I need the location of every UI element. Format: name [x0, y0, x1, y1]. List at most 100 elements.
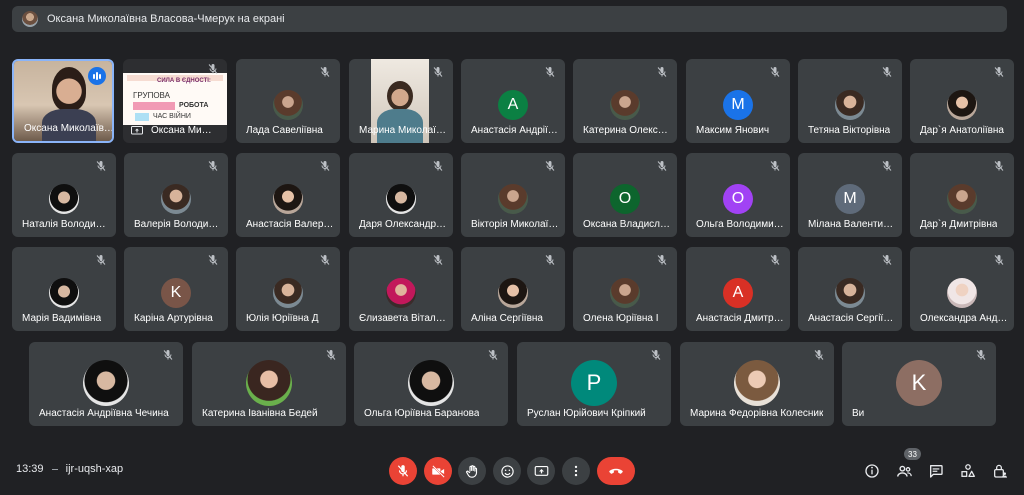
meeting-details-button[interactable]	[861, 460, 883, 482]
participant-tile-presentation[interactable]: СИЛА В ЄДНОСТІ: ГРУПОВА РОБОТА ЧАС ВІЙНИ…	[123, 59, 227, 143]
participant-tile[interactable]: Вікторія Миколаївна	[461, 153, 565, 237]
mic-off-icon	[770, 255, 780, 265]
mic-toggle-button[interactable]	[389, 457, 417, 485]
avatar	[947, 184, 977, 214]
participant-tile[interactable]: Аліна Сергіївна	[461, 247, 565, 331]
avatar-initial: K	[161, 278, 191, 308]
participant-name: Марія Вадимівна	[22, 313, 102, 324]
participant-tile[interactable]: O Оксана Владиславівна	[573, 153, 677, 237]
participant-tile-video[interactable]: Марина Миколаївна	[349, 59, 453, 143]
present-now-button[interactable]	[527, 457, 555, 485]
meet-window: Оксана Миколаївна Власова-Чмерук на екра…	[0, 0, 1024, 495]
participant-tile[interactable]: Лада Савеліївна	[236, 59, 340, 143]
raise-hand-button[interactable]	[458, 457, 486, 485]
participant-tile[interactable]: Даря Олександрівна	[349, 153, 453, 237]
participant-name: Ольга Володимирівна	[696, 219, 784, 230]
presenter-avatar	[22, 11, 38, 27]
mic-off-icon	[545, 161, 555, 171]
avatar	[386, 278, 416, 308]
participant-tile[interactable]: M Максим Янович	[686, 59, 790, 143]
camera-toggle-button[interactable]	[424, 457, 452, 485]
participant-tile[interactable]: Валерія Володимирівна	[124, 153, 228, 237]
mic-off-icon	[397, 465, 409, 477]
leave-call-button[interactable]	[597, 457, 635, 485]
participant-tile[interactable]: Єлизавета Віталіївна	[349, 247, 453, 331]
avatar	[273, 184, 303, 214]
camera-off-icon	[431, 464, 445, 478]
activities-icon	[961, 464, 975, 477]
host-controls-button[interactable]	[989, 460, 1011, 482]
participant-name: Марина Федорівна Колесник	[690, 408, 824, 419]
participant-name: Аліна Сергіївна	[471, 313, 543, 324]
participant-tile-self[interactable]: K Ви	[842, 342, 996, 426]
avatar	[161, 184, 191, 214]
participant-tile[interactable]: Анастасія Валеріївна	[236, 153, 340, 237]
avatar-initial: K	[896, 360, 942, 406]
mic-off-icon	[882, 67, 892, 77]
mic-off-icon	[96, 255, 106, 265]
presenting-banner[interactable]: Оксана Миколаївна Власова-Чмерук на екра…	[12, 6, 1007, 32]
mic-off-icon	[814, 350, 824, 360]
avatar-initial: P	[571, 360, 617, 406]
avatar	[246, 360, 292, 406]
mic-off-icon	[770, 161, 780, 171]
participant-name: Оксана Владиславівна	[583, 219, 671, 230]
info-icon	[865, 464, 879, 478]
participant-tile[interactable]: Дар`я Анатоліївна	[910, 59, 1014, 143]
participant-name: Оксана Миколаївна Власова-Чмерук	[24, 123, 114, 134]
participant-name: Олена Юріївна І	[583, 313, 659, 324]
participant-tile[interactable]: Анастасія Андріївна Чечина	[29, 342, 183, 426]
avatar	[947, 90, 977, 120]
mic-off-icon	[208, 161, 218, 171]
participant-tile[interactable]: P Руслан Юрійович Кріпкий	[517, 342, 671, 426]
participant-name: Мілана Валентинівна	[808, 219, 896, 230]
more-options-button[interactable]	[562, 457, 590, 485]
avatar	[947, 278, 977, 308]
participant-name: Ольга Юріївна Баранова	[364, 408, 480, 419]
participant-tile[interactable]: Анастасія Сергіївна	[798, 247, 902, 331]
avatar	[83, 360, 129, 406]
participant-name: Оксана Миколаївна Власова-Чмерук	[151, 125, 213, 136]
participant-tile[interactable]: O Ольга Володимирівна	[686, 153, 790, 237]
participant-name: Олександра Андріївна	[920, 313, 1008, 324]
mic-off-icon	[208, 255, 218, 265]
participant-tile[interactable]: Юлія Юріївна Д	[236, 247, 340, 331]
participant-tile[interactable]: Дар`я Дмитрівна	[910, 153, 1014, 237]
people-button[interactable]	[893, 460, 915, 482]
participant-tile[interactable]: M Мілана Валентинівна	[798, 153, 902, 237]
participant-tile[interactable]: Марина Федорівна Колесник	[680, 342, 834, 426]
participant-tile[interactable]: A Анастасія Андріївна	[461, 59, 565, 143]
participant-tile[interactable]: Наталія Володимирівна	[12, 153, 116, 237]
participant-tile-self-video[interactable]: Оксана Миколаївна Власова-Чмерук	[12, 59, 114, 143]
participant-tile[interactable]: A Анастасія Дмитрівна	[686, 247, 790, 331]
meeting-code: ijr-uqsh-xap	[65, 463, 124, 475]
participant-name: Катерина Іванівна Бедей	[202, 408, 318, 419]
emoji-icon	[500, 464, 514, 478]
participant-tile[interactable]: Марія Вадимівна	[12, 247, 116, 331]
mic-off-icon	[433, 161, 443, 171]
avatar	[610, 278, 640, 308]
participant-tile[interactable]: Тетяна Вікторівна	[798, 59, 902, 143]
participant-tile[interactable]: K Каріна Артурівна	[124, 247, 228, 331]
mic-off-icon	[770, 67, 780, 77]
participant-tile[interactable]: Ольга Юріївна Баранова	[354, 342, 508, 426]
more-vert-icon	[574, 465, 578, 477]
lock-person-icon	[994, 464, 1007, 478]
avatar-initial: O	[723, 184, 753, 214]
chat-button[interactable]	[925, 460, 947, 482]
mic-off-icon	[994, 255, 1004, 265]
avatar-initial: M	[723, 90, 753, 120]
participant-tile[interactable]: Олександра Андріївна	[910, 247, 1014, 331]
activities-button[interactable]	[957, 460, 979, 482]
participant-tile[interactable]: Катерина Іванівна Бедей	[192, 342, 346, 426]
mic-off-icon	[545, 255, 555, 265]
participant-name: Анастасія Андріївна Чечина	[39, 408, 169, 419]
mic-off-icon	[163, 350, 173, 360]
speaking-indicator-icon	[88, 67, 106, 85]
participant-tile[interactable]: Олена Юріївна І	[573, 247, 677, 331]
participant-tile[interactable]: Катерина Олександрівна	[573, 59, 677, 143]
reactions-button[interactable]	[493, 457, 521, 485]
participant-name: Дар`я Дмитрівна	[920, 219, 998, 230]
people-icon	[896, 465, 912, 477]
participant-name: Каріна Артурівна	[134, 313, 213, 324]
